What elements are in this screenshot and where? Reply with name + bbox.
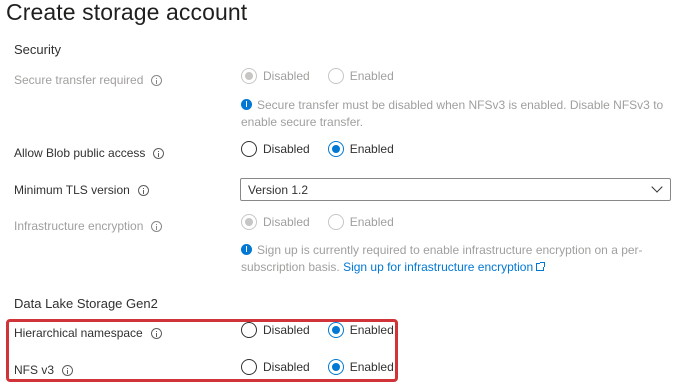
info-icon[interactable] bbox=[153, 147, 165, 159]
blob-public-access-disabled-option[interactable]: Disabled bbox=[241, 141, 310, 157]
radio-label: Disabled bbox=[263, 69, 310, 83]
info-circle-icon bbox=[241, 244, 252, 255]
min-tls-selected-value: Version 1.2 bbox=[248, 182, 309, 197]
blob-public-access-enabled-option[interactable]: Enabled bbox=[327, 141, 394, 157]
page-title: Create storage account bbox=[6, 0, 248, 25]
highlight-box bbox=[6, 319, 398, 382]
radio-button bbox=[327, 214, 344, 230]
info-icon[interactable] bbox=[151, 220, 163, 232]
secure-transfer-label-text: Secure transfer required bbox=[14, 73, 144, 87]
min-tls-label: Minimum TLS version bbox=[14, 183, 149, 197]
secure-transfer-info-message: Secure transfer must be disabled when NF… bbox=[241, 97, 671, 131]
infra-encryption-enabled-option: Enabled bbox=[327, 214, 394, 230]
infra-encryption-disabled-option: Disabled bbox=[241, 214, 310, 230]
section-heading-security: Security bbox=[14, 42, 61, 57]
info-icon[interactable] bbox=[151, 74, 163, 86]
radio-button bbox=[241, 214, 257, 230]
radio-label[interactable]: Enabled bbox=[350, 142, 394, 156]
blob-public-access-label-text: Allow Blob public access bbox=[14, 146, 146, 160]
secure-transfer-label: Secure transfer required bbox=[14, 73, 163, 87]
radio-label: Enabled bbox=[349, 215, 394, 229]
infra-encryption-label: Infrastructure encryption bbox=[14, 219, 163, 233]
infra-encryption-info-message: Sign up is currently required to enable … bbox=[241, 242, 671, 276]
chevron-down-icon bbox=[651, 181, 663, 193]
info-circle-icon bbox=[241, 99, 252, 110]
section-heading-data-lake: Data Lake Storage Gen2 bbox=[14, 296, 158, 311]
blob-public-access-radio-group: Disabled Enabled bbox=[241, 141, 412, 157]
blob-public-access-label: Allow Blob public access bbox=[14, 146, 165, 160]
info-icon[interactable] bbox=[137, 184, 149, 196]
secure-transfer-disabled-option: Disabled bbox=[241, 68, 310, 84]
radio-label: Enabled bbox=[349, 69, 394, 83]
infra-encryption-signup-link[interactable]: Sign up for infrastructure encryption bbox=[343, 260, 533, 274]
min-tls-dropdown[interactable]: Version 1.2 bbox=[240, 178, 671, 201]
external-link-icon bbox=[536, 262, 546, 271]
radio-label: Disabled bbox=[263, 215, 310, 229]
radio-button[interactable] bbox=[241, 141, 257, 157]
radio-button[interactable] bbox=[327, 141, 344, 157]
secure-transfer-enabled-option: Enabled bbox=[327, 68, 394, 84]
radio-label[interactable]: Disabled bbox=[263, 142, 310, 156]
infra-encryption-radio-group: Disabled Enabled bbox=[241, 214, 412, 230]
radio-button bbox=[241, 68, 257, 84]
infra-encryption-label-text: Infrastructure encryption bbox=[14, 219, 144, 233]
secure-transfer-info-text: Secure transfer must be disabled when NF… bbox=[241, 98, 664, 129]
min-tls-label-text: Minimum TLS version bbox=[14, 183, 130, 197]
secure-transfer-radio-group: Disabled Enabled bbox=[241, 68, 412, 84]
radio-button bbox=[327, 68, 344, 84]
